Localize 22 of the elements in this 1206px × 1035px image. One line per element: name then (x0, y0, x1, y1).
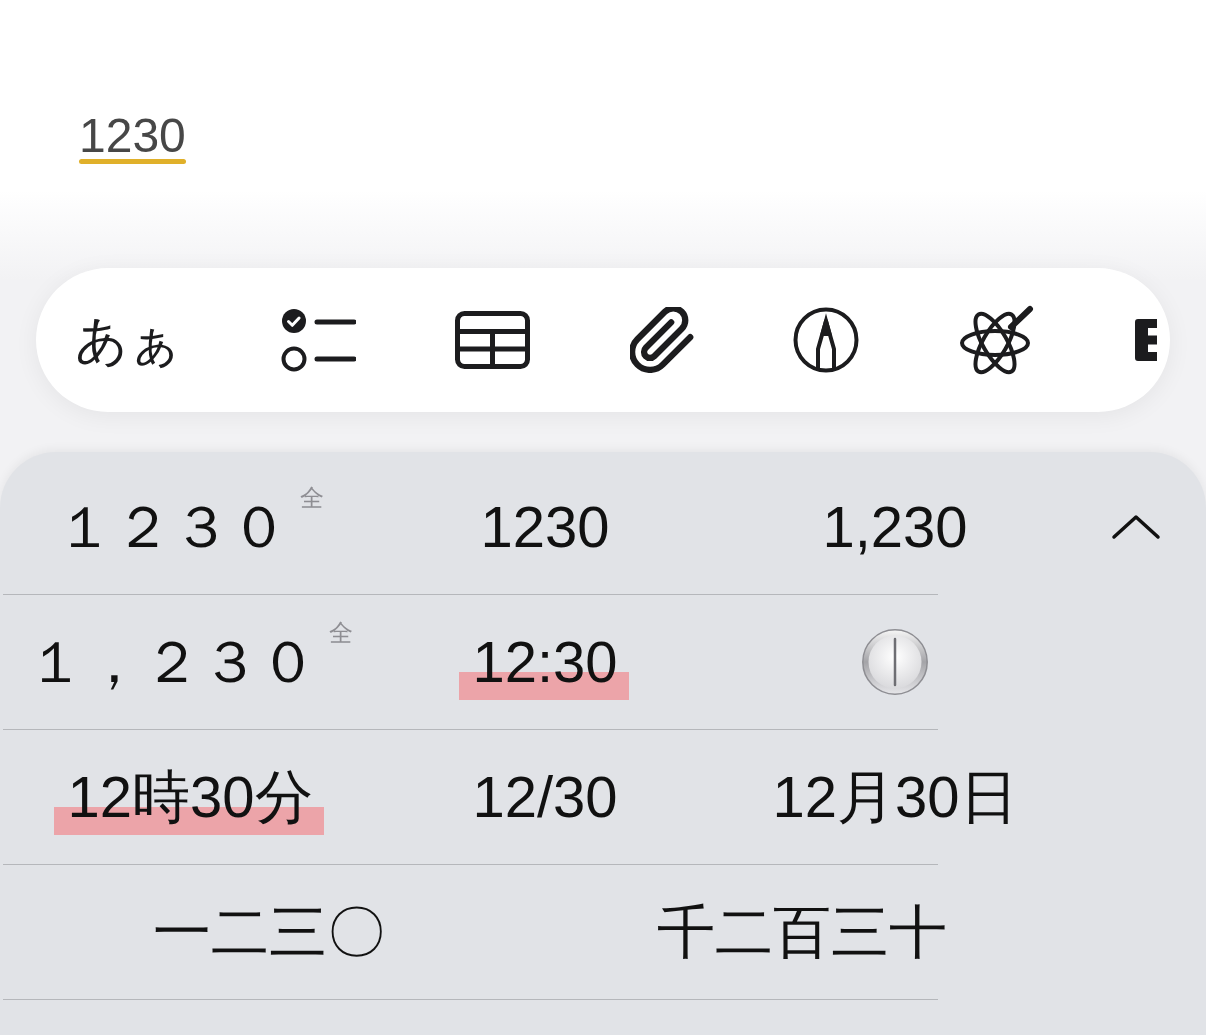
full-width-label: 全 (329, 621, 353, 645)
paperclip-icon[interactable] (629, 307, 694, 373)
conversion-candidate[interactable]: １２３０ (56, 498, 288, 556)
clock-icon[interactable] (862, 629, 928, 695)
note-text: 1230 (79, 112, 186, 160)
conversion-candidate[interactable]: 1,230 (822, 498, 968, 556)
conversion-candidate[interactable]: 12:30 (472, 633, 618, 691)
checklist-icon[interactable] (280, 308, 356, 372)
chevron-up-icon[interactable] (1111, 514, 1161, 540)
conversion-candidate[interactable]: 一二三〇 (153, 903, 385, 961)
conversion-candidate[interactable]: １，２３０ (27, 633, 317, 691)
text-format-button[interactable]: あぁ (75, 314, 181, 366)
conversion-candidate[interactable]: 12/30 (472, 768, 618, 826)
table-icon[interactable] (455, 311, 530, 369)
conversion-candidate[interactable]: 12時30分 (67, 768, 313, 826)
clipped-icon[interactable] (1135, 319, 1157, 361)
conversion-candidate[interactable]: 12月30日 (772, 768, 1018, 826)
conversion-candidate[interactable]: 1230 (480, 498, 610, 556)
conversion-candidate[interactable]: 千二百三十 (657, 903, 947, 961)
pen-in-circle-icon[interactable] (793, 307, 859, 373)
atom-with-pen-icon[interactable] (958, 305, 1036, 375)
full-width-label: 全 (300, 486, 324, 510)
